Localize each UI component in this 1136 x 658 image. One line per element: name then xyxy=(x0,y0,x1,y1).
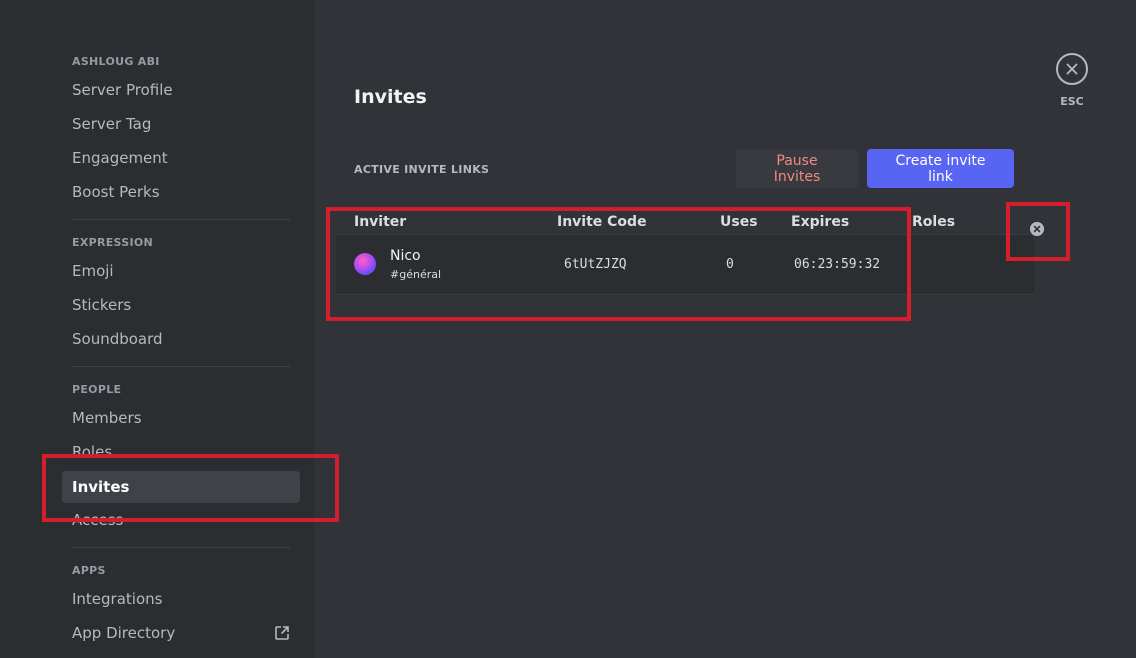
section-header-apps: APPS xyxy=(72,564,106,577)
invites-panel: Invites ACTIVE INVITE LINKS Pause Invite… xyxy=(314,0,1136,658)
sidebar-item-server-profile[interactable]: Server Profile xyxy=(62,74,300,106)
column-header-uses: Uses xyxy=(720,214,758,230)
inviter-name: Nico xyxy=(390,248,421,264)
section-header-expression: EXPRESSION xyxy=(72,236,154,249)
column-header-roles: Roles xyxy=(912,214,956,230)
sidebar-item-app-directory[interactable]: App Directory xyxy=(62,617,300,649)
section-header-server: ASHLOUG ABI xyxy=(72,55,160,68)
page-title: Invites xyxy=(354,86,427,108)
esc-label: ESC xyxy=(1060,95,1084,108)
sidebar-item-stickers[interactable]: Stickers xyxy=(62,289,300,321)
invite-expires: 06:23:59:32 xyxy=(794,257,881,272)
sidebar-divider xyxy=(72,366,290,367)
invite-code: 6tUtZJZQ xyxy=(564,257,627,272)
inviter-channel: #général xyxy=(390,268,442,281)
column-header-inviter: Inviter xyxy=(354,214,407,230)
table-row[interactable]: Nico #général 6tUtZJZQ 0 06:23:59:32 xyxy=(336,234,1034,295)
active-invite-links-heading: ACTIVE INVITE LINKS xyxy=(354,163,490,176)
sidebar-divider xyxy=(72,547,290,548)
settings-sidebar: ASHLOUG ABI Server Profile Server Tag En… xyxy=(0,0,314,658)
column-header-expires: Expires xyxy=(791,214,850,230)
create-invite-link-button[interactable]: Create invite link xyxy=(867,149,1014,188)
sidebar-item-access[interactable]: Access xyxy=(62,504,300,536)
revoke-invite-icon[interactable] xyxy=(1030,222,1044,236)
close-button[interactable] xyxy=(1056,53,1088,85)
sidebar-item-engagement[interactable]: Engagement xyxy=(62,142,300,174)
close-icon xyxy=(1066,63,1078,75)
sidebar-item-server-tag[interactable]: Server Tag xyxy=(62,108,300,140)
sidebar-item-roles[interactable]: Roles xyxy=(62,436,300,468)
sidebar-item-integrations[interactable]: Integrations xyxy=(62,583,300,615)
section-header-people: PEOPLE xyxy=(72,383,122,396)
sidebar-divider xyxy=(72,219,290,220)
pause-invites-button[interactable]: Pause Invites xyxy=(736,149,858,188)
external-link-icon xyxy=(275,626,289,640)
sidebar-item-invites[interactable]: Invites xyxy=(62,471,300,503)
sidebar-item-label: App Directory xyxy=(72,624,176,642)
invite-uses: 0 xyxy=(726,257,734,272)
sidebar-item-members[interactable]: Members xyxy=(62,402,300,434)
close-settings[interactable]: ESC xyxy=(1054,53,1090,108)
sidebar-item-boost-perks[interactable]: Boost Perks xyxy=(62,176,300,208)
avatar xyxy=(354,253,376,275)
column-header-invite-code: Invite Code xyxy=(557,214,647,230)
sidebar-item-emoji[interactable]: Emoji xyxy=(62,255,300,287)
sidebar-item-soundboard[interactable]: Soundboard xyxy=(62,323,300,355)
